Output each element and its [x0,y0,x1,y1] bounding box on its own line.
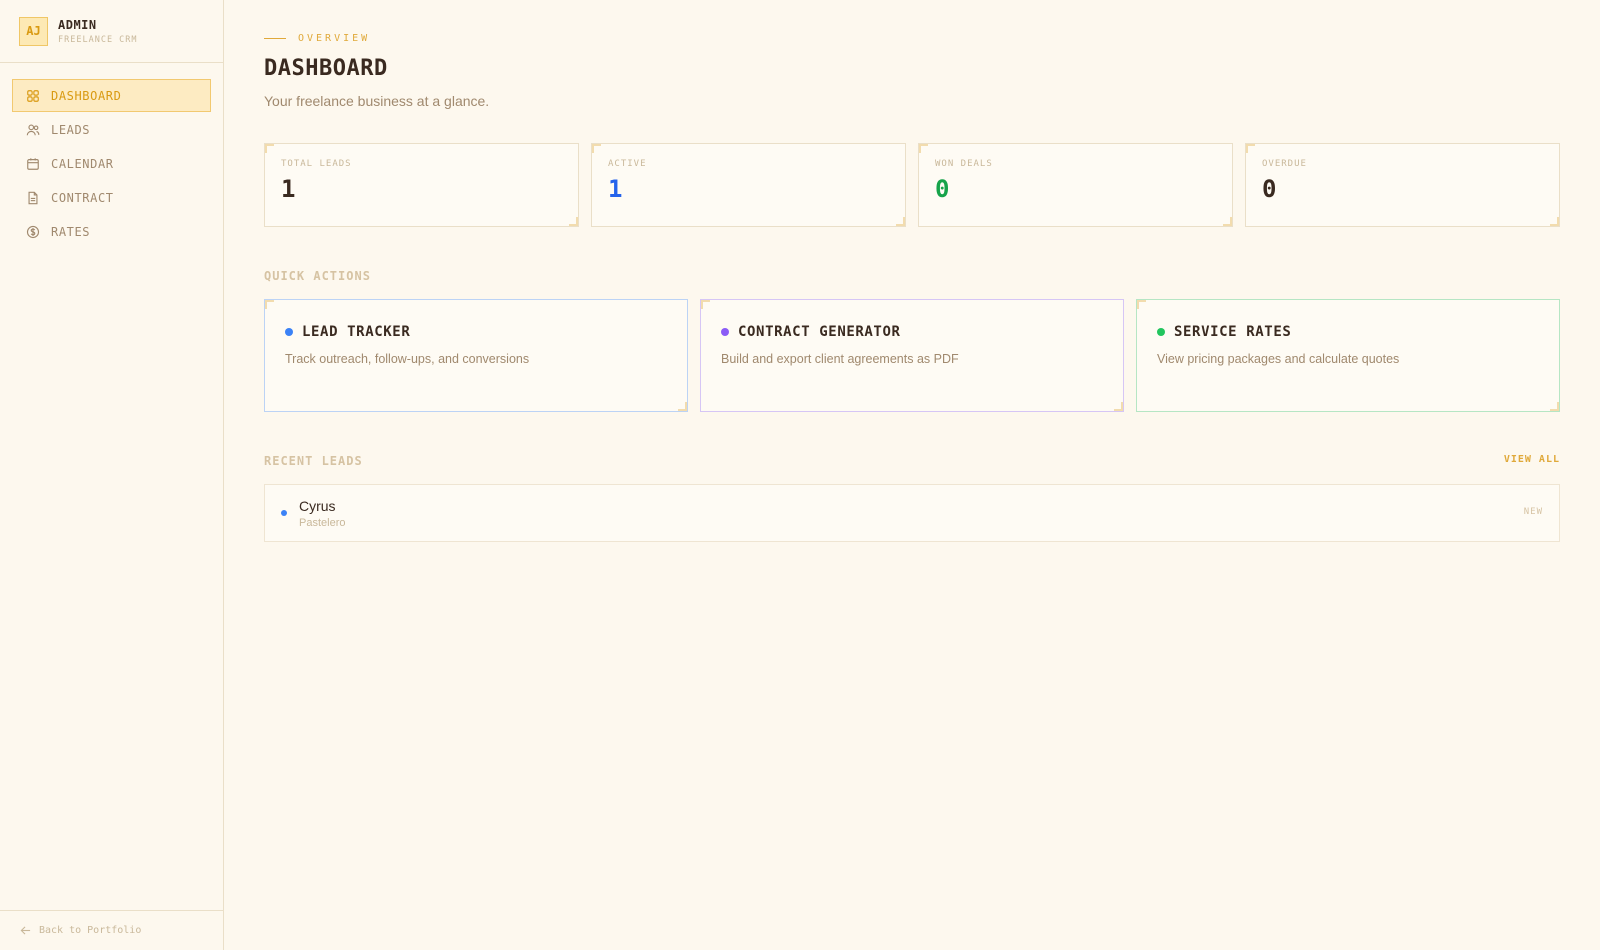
sidebar-item-label: RATES [51,224,91,239]
sidebar-item-label: CALENDAR [51,156,114,171]
stat-value: 0 [1262,175,1277,203]
sidebar-item-label: LEADS [51,122,91,137]
card-description: Track outreach, follow-ups, and conversi… [285,352,530,366]
sidebar: AJ ADMIN FREELANCE CRM DASHBOARD LEADS C… [0,0,224,950]
sidebar-item-rates[interactable]: RATES [12,215,211,248]
lead-tracker-card[interactable]: LEAD TRACKER Track outreach, follow-ups,… [264,299,688,412]
sidebar-item-contract[interactable]: CONTRACT [12,181,211,214]
lead-subtitle: Pastelero [299,516,346,529]
lead-status-dot [281,510,287,516]
sidebar-item-label: DASHBOARD [51,88,122,103]
stat-card-active: ACTIVE 1 [591,143,906,227]
quick-actions-title: QUICK ACTIONS [264,269,371,283]
recent-leads-title: RECENT LEADS [264,454,363,468]
brand-subtitle: FREELANCE CRM [58,34,138,45]
calendar-icon [26,157,40,171]
users-icon [26,123,40,137]
stat-label: WON DEALS [935,159,993,169]
back-label: Back to Portfolio [39,925,142,936]
eyebrow: OVERVIEW [264,33,370,44]
service-rates-dot [1157,328,1165,336]
back-to-portfolio-link[interactable]: Back to Portfolio [0,910,223,950]
card-title: CONTRACT GENERATOR [738,324,901,340]
stats-row: TOTAL LEADS 1 ACTIVE 1 WON DEALS 0 OVERD… [264,143,1560,227]
stat-card-won-deals: WON DEALS 0 [918,143,1233,227]
stat-label: ACTIVE [608,159,647,169]
page-subtitle: Your freelance business at a glance. [264,93,490,109]
sidebar-item-calendar[interactable]: CALENDAR [12,147,211,180]
stat-card-total-leads: TOTAL LEADS 1 [264,143,579,227]
card-description: Build and export client agreements as PD… [721,352,959,366]
stat-label: TOTAL LEADS [281,159,352,169]
stat-card-overdue: OVERDUE 0 [1245,143,1560,227]
grid-icon [26,89,40,103]
document-icon [26,191,40,205]
brand-header: AJ ADMIN FREELANCE CRM [0,0,223,63]
eyebrow-label: OVERVIEW [298,33,371,44]
service-rates-card[interactable]: SERVICE RATES View pricing packages and … [1136,299,1560,412]
sidebar-item-label: CONTRACT [51,190,114,205]
sidebar-nav: DASHBOARD LEADS CALENDAR CONTRACT RATES [0,63,223,248]
card-description: View pricing packages and calculate quot… [1157,352,1400,366]
stat-value: 1 [608,175,623,203]
stat-label: OVERDUE [1262,159,1307,169]
sidebar-item-leads[interactable]: LEADS [12,113,211,146]
quick-actions: LEAD TRACKER Track outreach, follow-ups,… [264,299,1560,412]
stat-value: 0 [935,175,950,203]
lead-tracker-dot [285,328,293,336]
page-title: DASHBOARD [264,56,388,81]
contract-generator-dot [721,328,729,336]
dollar-icon [26,225,40,239]
list-item[interactable]: Cyrus Pastelero NEW [264,484,1560,542]
card-title: LEAD TRACKER [302,324,411,340]
stat-value: 1 [281,175,296,203]
arrow-left-icon [20,926,31,935]
status-badge: NEW [1523,507,1543,517]
brand-name: ADMIN [58,17,97,32]
avatar[interactable]: AJ [19,16,48,46]
eyebrow-line [264,38,286,39]
contract-generator-card[interactable]: CONTRACT GENERATOR Build and export clie… [700,299,1124,412]
sidebar-item-dashboard[interactable]: DASHBOARD [12,79,211,112]
lead-name: Cyrus [299,497,336,514]
view-all-link[interactable]: VIEW ALL [1504,454,1560,465]
card-title: SERVICE RATES [1174,324,1292,340]
